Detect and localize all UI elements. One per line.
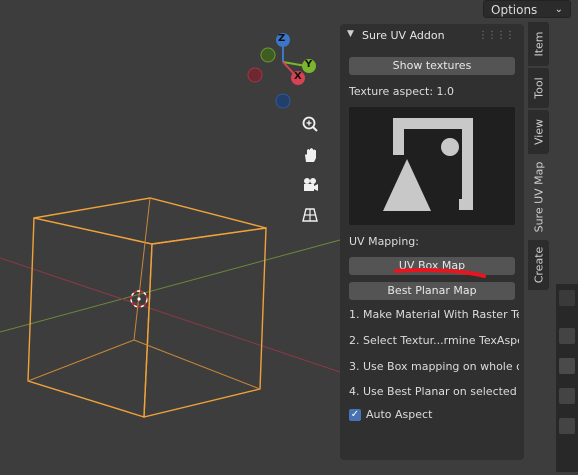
sidebar-tabs: Item Tool View Sure UV Map Create (528, 22, 550, 292)
sure-uv-addon-panel: ▼ Sure UV Addon ⋮⋮⋮⋮ Show textures Textu… (340, 24, 524, 460)
tab-view-label: View (532, 118, 545, 146)
camera-icon (304, 178, 318, 191)
collapse-caret-icon[interactable]: ▼ (347, 29, 354, 39)
tab-sure-uv-map[interactable]: Sure UV Map (528, 156, 549, 238)
tab-item-label: Item (532, 31, 545, 57)
render-properties-icon[interactable] (559, 328, 575, 344)
output-properties-icon[interactable] (559, 358, 575, 374)
hand-pan-icon (305, 148, 316, 162)
navigation-gizmo (247, 33, 316, 109)
neg-y-axis-handle (260, 47, 276, 63)
tab-tool-label: Tool (532, 77, 545, 99)
tab-create[interactable]: Create (528, 240, 549, 290)
neg-x-axis-handle (247, 67, 263, 83)
drag-handle-icon[interactable]: ⋮⋮⋮⋮ (478, 30, 515, 41)
y-axis-label[interactable]: Y (305, 59, 312, 70)
zoom-icon (302, 116, 318, 132)
properties-editor-strip (556, 284, 578, 472)
tab-view[interactable]: View (528, 110, 549, 154)
texture-aspect-label: Texture aspect: 1.0 (349, 85, 455, 98)
camera-view-button[interactable] (297, 172, 323, 198)
step-2-label: 2. Select Textur...rmine TexAspec (349, 334, 519, 347)
step-3-label: 3. Use Box mapping on whole o... (349, 360, 519, 373)
perspective-grid-icon (302, 208, 318, 222)
texture-preview (349, 107, 515, 225)
show-textures-button[interactable]: Show textures (349, 57, 515, 75)
image-placeholder-icon (383, 118, 473, 211)
red-underline-annotation (394, 268, 486, 278)
view-layer-properties-icon[interactable] (559, 388, 575, 404)
options-label: Options (491, 3, 538, 17)
x-axis-label[interactable]: X (294, 71, 302, 82)
zoom-button[interactable] (297, 112, 323, 138)
chevron-down-icon: ⌄ (554, 4, 563, 15)
options-dropdown[interactable]: Options ⌄ (483, 0, 571, 18)
tab-tool[interactable]: Tool (528, 68, 549, 108)
z-axis-label[interactable]: Z (278, 33, 285, 44)
tab-item[interactable]: Item (528, 22, 549, 66)
step-4-label: 4. Use Best Planar on selected f... (349, 385, 519, 398)
pan-button[interactable] (297, 142, 323, 168)
y-axis-line (0, 239, 341, 333)
x-axis-line (0, 257, 341, 373)
panel-title: Sure UV Addon (362, 29, 445, 42)
perspective-toggle-button[interactable] (297, 202, 323, 228)
uv-mapping-label: UV Mapping: (349, 235, 419, 248)
tab-create-label: Create (532, 246, 545, 284)
auto-aspect-checkbox[interactable]: ✓ (349, 409, 361, 421)
step-1-label: 1. Make Material With Raster Te... (349, 308, 519, 321)
tool-settings-icon[interactable] (559, 290, 575, 306)
tab-sure-uv-map-label: Sure UV Map (532, 161, 545, 233)
auto-aspect-label[interactable]: Auto Aspect (366, 408, 432, 421)
scene-properties-icon[interactable] (559, 418, 575, 434)
neg-z-axis-handle (275, 93, 291, 109)
panel-header[interactable]: ▼ Sure UV Addon ⋮⋮⋮⋮ (340, 24, 524, 48)
